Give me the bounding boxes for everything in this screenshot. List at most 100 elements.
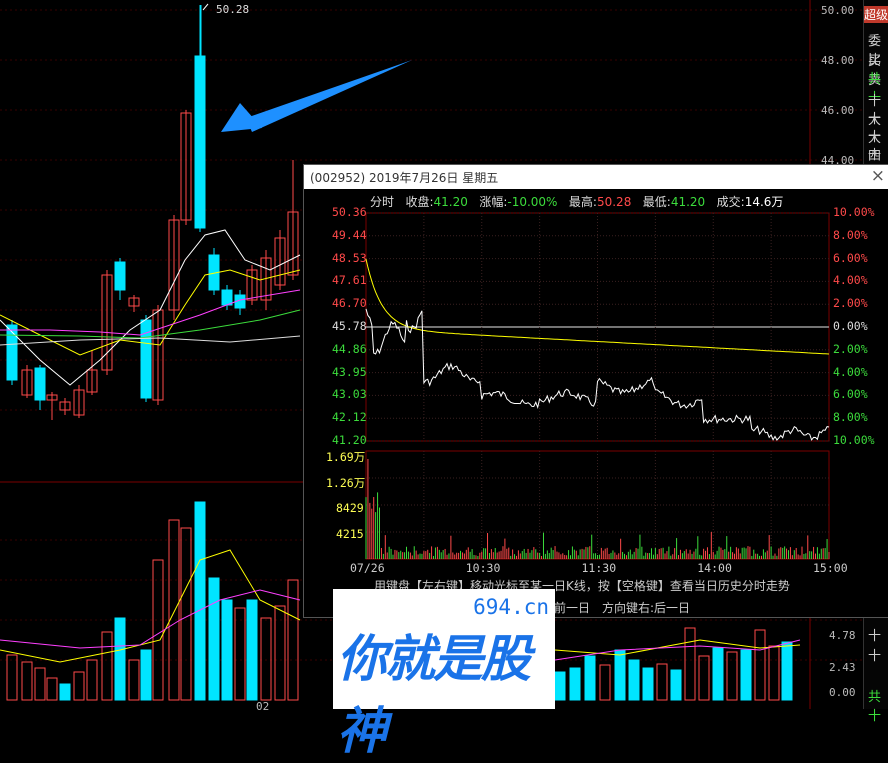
volume-bar (128, 659, 140, 701)
candle (194, 55, 206, 229)
volume-axis-label: 1.26万 (326, 476, 366, 490)
volume-bar (221, 599, 233, 701)
volume-bar (21, 661, 33, 701)
price-axis-label: 46.70 (332, 296, 367, 311)
change-label: 涨幅: (479, 195, 508, 209)
percent-axis-label: 2.00% (833, 341, 868, 356)
volume-bar (554, 671, 566, 701)
volume-bar (670, 669, 682, 701)
panel-item[interactable]: 十 (868, 625, 881, 644)
high-value: 50.28 (596, 195, 632, 209)
peak-pointer-icon (202, 3, 209, 11)
volume-bar (584, 655, 596, 701)
change-value: -10.00% (507, 195, 558, 209)
volume-bar (712, 647, 724, 701)
candle (221, 289, 233, 306)
close-value: 41.20 (433, 195, 468, 209)
panel-tab-super[interactable]: 超级 (864, 6, 888, 23)
close-icon[interactable]: × (871, 166, 885, 186)
volume-bar (754, 629, 766, 701)
volume-axis-label: 1.69万 (326, 450, 366, 464)
volume-bar (86, 659, 98, 701)
price-axis-label: 48.00 (821, 54, 855, 67)
candle (6, 324, 18, 381)
volume-bar (152, 559, 164, 701)
price-axis-label: 42.12 (332, 410, 367, 425)
popup-info-bar: 分时 收盘:41.20 涨幅:-10.00% 最高:50.28 最低:41.20… (370, 193, 783, 210)
volume-bar (614, 649, 626, 701)
panel-item[interactable]: 十 (868, 645, 881, 664)
volume-bar (599, 664, 611, 701)
help-text-2: 前一日 方向键右:后一日 (554, 601, 691, 615)
volume-bar (168, 519, 180, 701)
price-axis-label: 45.78 (332, 319, 367, 333)
intraday-popup[interactable]: (002952) 2019年7月26日 星期五 × 分时 收盘:41.20 涨幅… (303, 164, 888, 618)
candlesticks (6, 5, 299, 420)
time-axis-label: 10:30 (465, 561, 501, 575)
percent-axis-label: 8.00% (833, 410, 868, 425)
volume-bar (569, 667, 581, 701)
price-axis-label: 44.86 (332, 341, 367, 356)
volume-bar (194, 501, 206, 701)
price-axis-label: 50.00 (821, 4, 855, 17)
volume-axis-label: 8429 (336, 501, 364, 515)
volume-bar (656, 663, 668, 701)
volume-bar (726, 651, 738, 701)
volume-bar (6, 654, 18, 701)
time-axis-label: 11:30 (581, 561, 617, 575)
peak-price-label: 50.28 (216, 3, 250, 16)
price-axis-label: 46.00 (821, 104, 855, 117)
low-value: 41.20 (670, 195, 706, 209)
intraday-chart[interactable] (304, 209, 888, 609)
price-axis-label: 49.44 (332, 227, 367, 242)
percent-axis-label: 4.00% (833, 364, 868, 379)
volume-bar (768, 645, 780, 701)
tab-intraday[interactable]: 分时 (370, 195, 394, 209)
price-axis-label: 47.61 (332, 273, 367, 288)
volume-bar (208, 577, 220, 701)
volume-axis-label: 0.00 (829, 686, 856, 699)
high-label: 最高: (568, 195, 597, 209)
percent-axis-label: 6.00% (833, 387, 868, 402)
volume-bar (781, 641, 793, 701)
percent-axis-label: 10.00% (833, 205, 875, 219)
volume-bar (73, 671, 85, 701)
close-label: 收盘: (405, 195, 434, 209)
volume-bar (59, 683, 71, 701)
volume-bar (114, 617, 126, 701)
volume-bar (698, 655, 710, 701)
percent-axis-label: 6.00% (833, 250, 868, 265)
panel-item[interactable]: 共十 (868, 686, 888, 724)
popup-title: (002952) 2019年7月26日 星期五 (310, 171, 499, 185)
price-axis-label: 41.20 (332, 433, 367, 447)
date-axis-label: 02 (256, 700, 270, 713)
volume-bar (246, 599, 258, 701)
volume-value: 14.6万 (744, 195, 784, 209)
watermark-site: 694.cn (473, 595, 549, 619)
volume-axis-label: 4.78 (829, 629, 856, 642)
price-axis-label: 43.03 (332, 387, 367, 402)
time-axis-label: 15:00 (813, 561, 848, 575)
candle (34, 367, 46, 401)
price-axis-label: 43.95 (332, 364, 367, 379)
volume-bar (101, 631, 113, 701)
volume-bar (140, 649, 152, 701)
watermark-logo: 694.cn 你就是股神 (333, 589, 555, 760)
price-axis-label: 48.53 (332, 250, 367, 265)
percent-axis-label: 10.00% (833, 433, 875, 447)
candle (114, 261, 126, 291)
volume-bar (260, 617, 272, 701)
percent-axis-label: 0.00% (833, 319, 868, 333)
percent-axis-label: 2.00% (833, 296, 868, 311)
volume-bar (234, 607, 246, 701)
popup-titlebar[interactable]: (002952) 2019年7月26日 星期五 × (304, 165, 888, 189)
blue-arrow-annotation (221, 60, 412, 132)
volume-bar (684, 627, 696, 701)
volume-bar (740, 649, 752, 701)
volume-bar (46, 677, 58, 701)
time-axis-label: 14:00 (697, 561, 732, 575)
volume-bar (642, 667, 654, 701)
percent-axis-label: 4.00% (833, 273, 868, 288)
volume-bar (34, 667, 46, 701)
price-axis-label: 50.36 (332, 205, 367, 219)
